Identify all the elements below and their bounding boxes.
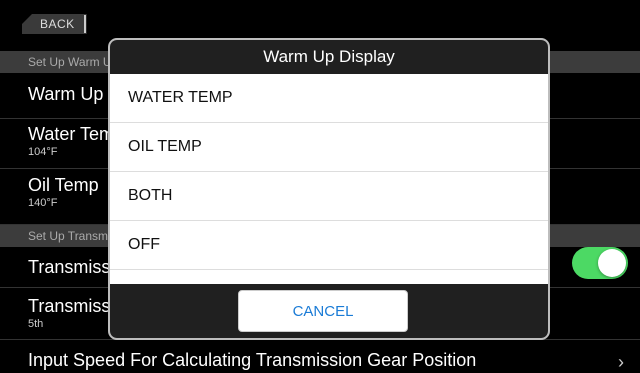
- dialog-title: Warm Up Display: [110, 40, 548, 74]
- option-water-temp[interactable]: WATER TEMP: [110, 74, 548, 123]
- option-both[interactable]: BOTH: [110, 172, 548, 221]
- warm-up-display-dialog: Warm Up Display WATER TEMP OIL TEMP BOTH…: [108, 38, 550, 340]
- option-oil-temp[interactable]: OIL TEMP: [110, 123, 548, 172]
- dialog-footer: CANCEL: [110, 284, 548, 338]
- option-off[interactable]: OFF: [110, 221, 548, 270]
- cancel-button[interactable]: CANCEL: [238, 290, 408, 332]
- modal-overlay: Warm Up Display WATER TEMP OIL TEMP BOTH…: [0, 0, 640, 367]
